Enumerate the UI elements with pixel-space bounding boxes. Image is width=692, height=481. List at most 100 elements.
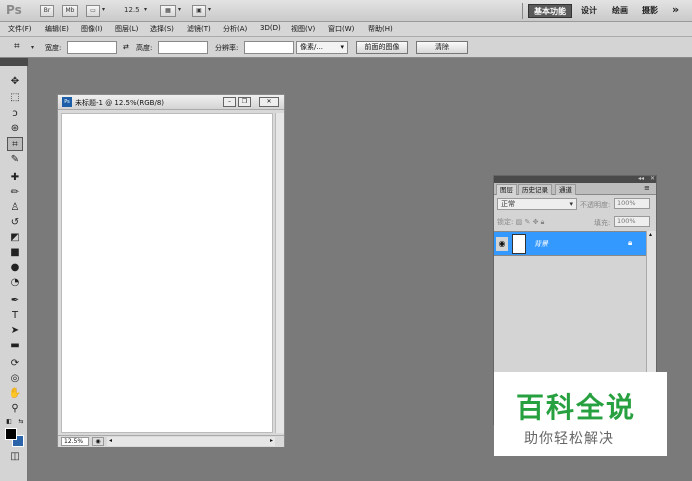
opacity-label: 不透明度: (580, 201, 611, 209)
menu-filter[interactable]: 滤镜(T) (187, 24, 211, 34)
fill-input[interactable]: 100% (614, 216, 650, 227)
eyedropper-tool-icon[interactable]: ✎ (7, 153, 23, 167)
lasso-tool-icon[interactable]: ↄ (7, 107, 23, 121)
scroll-right-icon[interactable]: ▸ (270, 437, 273, 444)
default-colors-icon[interactable]: ◧ (4, 415, 14, 429)
application-bar: Ps Br Mb ▭ ▾ 12.5 ▾ ▦ ▾ ▣ ▾ 基本功能 设计 绘画 摄… (0, 0, 692, 22)
zoom-level[interactable]: 12.5 (124, 6, 140, 14)
crop-tool-preset-icon[interactable]: ⌗ (14, 41, 20, 52)
chevron-down-icon[interactable]: ▾ (178, 6, 181, 13)
zoom-tool-icon[interactable]: ⚲ (7, 402, 23, 416)
3d-orbit-tool-icon[interactable]: ◎ (7, 372, 23, 386)
healing-brush-tool-icon[interactable]: ✚ (7, 171, 23, 185)
workspace-photo-button[interactable]: 摄影 (642, 4, 658, 18)
chevron-down-icon[interactable]: ▾ (208, 6, 211, 13)
arrange-documents-icon[interactable]: ▦ (160, 5, 176, 17)
more-workspaces-button[interactable]: » (672, 3, 679, 17)
lock-position-icon[interactable]: ✥ (533, 218, 539, 226)
close-icon[interactable]: ✕ (259, 97, 279, 107)
workspace-basic-button[interactable]: 基本功能 (528, 4, 572, 18)
zoom-field[interactable]: 12.5% (61, 437, 89, 446)
layer-lock-icon: 🔒︎ (628, 238, 633, 247)
minibridge-button[interactable]: Mb (62, 5, 78, 17)
tab-history[interactable]: 历史记录 (518, 184, 552, 195)
move-tool-icon[interactable]: ✥ (7, 75, 23, 89)
lock-pixels-icon[interactable]: ✎ (524, 218, 530, 226)
width-input[interactable] (67, 41, 117, 54)
minimize-icon[interactable]: – (223, 97, 236, 107)
document-title-bar[interactable]: Ps 未标题-1 @ 12.5%(RGB/8) – ❐ ✕ (58, 95, 284, 110)
opacity-input[interactable]: 100% (614, 198, 650, 209)
shape-tool-icon[interactable]: ▬ (7, 339, 23, 353)
menu-edit[interactable]: 编辑(E) (45, 24, 69, 34)
resolution-unit-select[interactable]: 像素/... ▾ (296, 41, 348, 54)
menu-window[interactable]: 窗口(W) (328, 24, 354, 34)
pen-tool-icon[interactable]: ✒ (7, 294, 23, 308)
height-input[interactable] (158, 41, 208, 54)
layer-row[interactable]: ◉ 背景 🔒︎ (494, 231, 646, 256)
swap-icon[interactable]: ⇄ (123, 43, 129, 51)
clear-button[interactable]: 清除 (416, 41, 468, 54)
scroll-up-icon[interactable]: ▴ (649, 231, 652, 238)
marquee-tool-icon[interactable]: ⬚ (7, 91, 23, 105)
tab-channels[interactable]: 通道 (555, 184, 576, 195)
blend-mode-select[interactable]: 正常 ▾ (497, 198, 577, 210)
screen-mode-icon[interactable]: ▣ (192, 5, 206, 17)
resolution-input[interactable] (244, 41, 294, 54)
crop-tool-icon[interactable]: ⌗ (7, 137, 23, 151)
scroll-left-icon[interactable]: ◂ (109, 437, 112, 444)
front-image-button[interactable]: 前面的图像 (356, 41, 408, 54)
panel-menu-icon[interactable]: ≡ (644, 184, 650, 192)
document-canvas[interactable] (61, 113, 273, 433)
gradient-tool-icon[interactable]: ■ (7, 246, 23, 260)
history-brush-tool-icon[interactable]: ↺ (7, 216, 23, 230)
foreground-color-swatch[interactable] (5, 428, 17, 440)
visibility-eye-icon[interactable]: ◉ (496, 237, 508, 251)
watermark-title: 百科全说 (516, 391, 637, 424)
menu-file[interactable]: 文件(F) (8, 24, 32, 34)
3d-rotate-tool-icon[interactable]: ⟳ (7, 357, 23, 371)
workspace-paint-button[interactable]: 绘画 (612, 4, 628, 18)
panel-header[interactable] (0, 58, 28, 66)
vertical-scrollbar[interactable] (275, 113, 284, 433)
layer-thumbnail (512, 234, 526, 254)
restore-icon[interactable]: ❐ (238, 97, 251, 107)
close-icon[interactable]: ✕ (650, 175, 655, 182)
menu-3d[interactable]: 3D(D) (260, 24, 281, 32)
menu-layer[interactable]: 图层(L) (115, 24, 138, 34)
horizontal-scrollbar[interactable]: ◂ ▸ (107, 437, 275, 446)
tab-layers[interactable]: 图层 (496, 184, 517, 195)
bridge-button[interactable]: Br (40, 5, 54, 17)
document-window: Ps 未标题-1 @ 12.5%(RGB/8) – ❐ ✕ 12.5% ◉ ◂ … (57, 94, 285, 447)
resolution-label: 分辨率: (215, 44, 239, 52)
menu-bar: 文件(F) 编辑(E) 图像(I) 图层(L) 选择(S) 滤镜(T) 分析(A… (0, 22, 692, 37)
menu-help[interactable]: 帮助(H) (368, 24, 393, 34)
divider (522, 3, 523, 19)
chevron-down-icon: ▾ (569, 200, 573, 208)
status-info-icon[interactable]: ◉ (92, 437, 104, 446)
path-select-tool-icon[interactable]: ➤ (7, 324, 23, 338)
collapse-icon[interactable]: ◂◂ (638, 175, 644, 182)
brush-tool-icon[interactable]: ✏ (7, 186, 23, 200)
hand-tool-icon[interactable]: ✋ (7, 387, 23, 401)
chevron-down-icon[interactable]: ▾ (31, 44, 34, 51)
lock-transparency-icon[interactable]: ▨ (516, 218, 523, 226)
quick-mask-icon[interactable]: ◫ (7, 450, 23, 464)
clone-stamp-tool-icon[interactable]: ♙ (7, 201, 23, 215)
panel-header[interactable]: ◂◂ ✕ (494, 175, 656, 183)
workspace-design-button[interactable]: 设计 (581, 4, 597, 18)
chevron-down-icon[interactable]: ▾ (144, 6, 147, 13)
menu-analysis[interactable]: 分析(A) (223, 24, 247, 34)
eraser-tool-icon[interactable]: ◩ (7, 231, 23, 245)
menu-image[interactable]: 图像(I) (81, 24, 103, 34)
blur-tool-icon[interactable]: ● (7, 261, 23, 275)
menu-view[interactable]: 视图(V) (291, 24, 315, 34)
menu-select[interactable]: 选择(S) (150, 24, 174, 34)
chevron-down-icon[interactable]: ▾ (102, 6, 105, 13)
lock-all-icon[interactable]: 🔒︎ (541, 218, 545, 226)
type-tool-icon[interactable]: T (7, 309, 23, 323)
quick-select-tool-icon[interactable]: ⊛ (7, 122, 23, 136)
swap-colors-icon[interactable]: ⇆ (16, 415, 26, 429)
view-extras-icon[interactable]: ▭ (86, 5, 100, 17)
dodge-tool-icon[interactable]: ◔ (7, 276, 23, 290)
